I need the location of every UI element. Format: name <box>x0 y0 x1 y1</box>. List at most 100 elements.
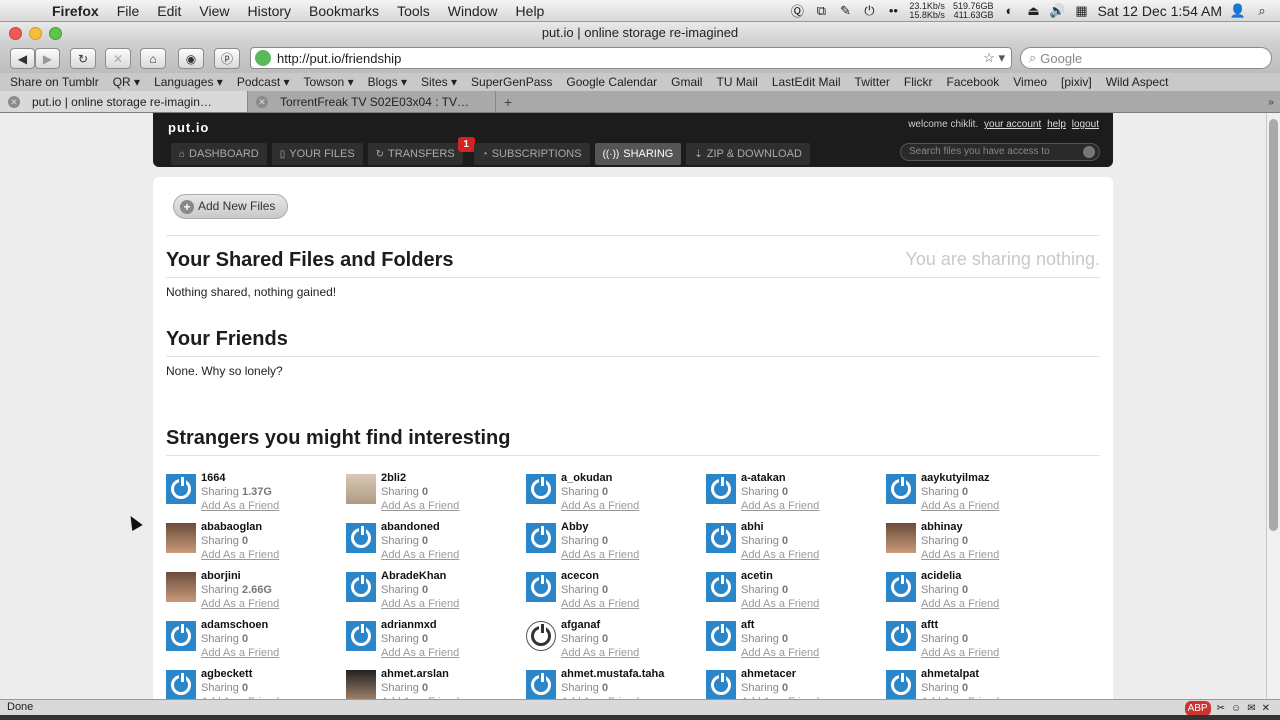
menu-window[interactable]: Window <box>439 3 507 19</box>
stranger-name[interactable]: abandoned <box>381 521 440 533</box>
bookmark-item[interactable]: Google Calendar <box>559 75 664 89</box>
stranger-name[interactable]: AbradeKhan <box>381 570 446 582</box>
tools-icon[interactable]: ✂ <box>1217 701 1225 716</box>
add-friend-link[interactable]: Add As a Friend <box>561 647 639 659</box>
eject-icon[interactable]: ⏏ <box>1025 3 1041 18</box>
avatar[interactable] <box>706 572 736 602</box>
avatar[interactable] <box>526 523 556 553</box>
add-friend-link[interactable]: Add As a Friend <box>201 549 279 561</box>
putio-logo[interactable]: put.io <box>168 120 209 135</box>
reload-button[interactable]: ↻ <box>70 48 96 69</box>
page-scrollbar[interactable] <box>1266 113 1280 699</box>
add-friend-link[interactable]: Add As a Friend <box>201 500 279 512</box>
avatar[interactable] <box>886 474 916 504</box>
bookmark-item[interactable]: Sites ▾ <box>414 75 464 89</box>
url-text[interactable]: http://put.io/friendship <box>277 51 401 66</box>
puzzle-icon[interactable]: ✕ <box>1262 701 1270 716</box>
stranger-name[interactable]: adrianmxd <box>381 619 437 631</box>
bookmark-item[interactable]: Vimeo <box>1006 75 1054 89</box>
stranger-name[interactable]: aaykutyilmaz <box>921 472 989 484</box>
spotlight-icon[interactable]: ⌕ <box>1254 3 1270 18</box>
volume-icon[interactable]: 🔊 <box>1049 3 1065 18</box>
avatar[interactable] <box>526 621 556 651</box>
avatar[interactable] <box>346 670 376 699</box>
avatar[interactable] <box>526 670 556 699</box>
addon-button-1[interactable]: ◉ <box>178 48 204 69</box>
bookmark-item[interactable]: [pixiv] <box>1054 75 1099 89</box>
bookmark-item[interactable]: SuperGenPass <box>464 75 559 89</box>
bookmark-item[interactable]: Gmail <box>664 75 709 89</box>
avatar[interactable] <box>706 474 736 504</box>
bookmark-item[interactable]: Twitter <box>848 75 897 89</box>
greasemonkey-icon[interactable]: ☺ <box>1231 701 1241 716</box>
bookmark-item[interactable]: Facebook <box>940 75 1007 89</box>
avatar[interactable] <box>886 621 916 651</box>
stranger-name[interactable]: acecon <box>561 570 599 582</box>
bookmark-item[interactable]: Towson ▾ <box>297 75 361 89</box>
new-tab-button[interactable]: + <box>496 94 520 112</box>
avatar[interactable] <box>346 572 376 602</box>
avatar[interactable] <box>886 670 916 699</box>
evernote-icon[interactable]: ✎ <box>837 3 853 18</box>
star-icon[interactable]: ☆ ▾ <box>983 50 1005 66</box>
stranger-name[interactable]: 1664 <box>201 472 225 484</box>
menu-view[interactable]: View <box>190 3 238 19</box>
user-icon[interactable]: 👤 <box>1230 3 1246 18</box>
close-icon[interactable]: ✕ <box>256 95 268 108</box>
bookmark-item[interactable]: Wild Aspect <box>1099 75 1176 89</box>
add-friend-link[interactable]: Add As a Friend <box>381 647 459 659</box>
tab-dashboard[interactable]: ⌂ DASHBOARD <box>171 143 267 165</box>
zoom-window-button[interactable] <box>49 27 62 40</box>
time-machine-icon[interactable]: ◐ <box>1001 3 1017 18</box>
avatar[interactable] <box>706 670 736 699</box>
add-friend-link[interactable]: Add As a Friend <box>561 500 639 512</box>
addon-icon[interactable]: ✉ <box>1247 701 1255 716</box>
add-friend-link[interactable]: Add As a Friend <box>741 500 819 512</box>
add-friend-link[interactable]: Add As a Friend <box>381 500 459 512</box>
stranger-name[interactable]: ahmetacer <box>741 668 796 680</box>
add-friend-link[interactable]: Add As a Friend <box>741 647 819 659</box>
bookmark-item[interactable]: LastEdit Mail <box>765 75 848 89</box>
tab-torrentfreak[interactable]: ✕ TorrentFreak TV S02E03x04 : TV… <box>248 91 496 112</box>
avatar[interactable] <box>886 523 916 553</box>
stranger-name[interactable]: a-atakan <box>741 472 786 484</box>
add-friend-link[interactable]: Add As a Friend <box>561 549 639 561</box>
bookmark-item[interactable]: Share on Tumblr <box>0 75 106 89</box>
url-bar[interactable]: http://put.io/friendship ☆ ▾ <box>250 47 1012 69</box>
avatar[interactable] <box>166 670 196 699</box>
add-friend-link[interactable]: Add As a Friend <box>921 598 999 610</box>
avatar[interactable] <box>886 572 916 602</box>
help-link[interactable]: help <box>1047 119 1066 130</box>
addon-button-2[interactable]: ⓟ <box>214 48 240 69</box>
stranger-name[interactable]: adamschoen <box>201 619 268 631</box>
dots-icon[interactable]: •• <box>885 3 901 18</box>
search-icon[interactable] <box>1083 146 1095 158</box>
add-friend-link[interactable]: Add As a Friend <box>921 647 999 659</box>
flag-icon[interactable]: ▦ <box>1073 3 1089 18</box>
add-friend-link[interactable]: Add As a Friend <box>201 647 279 659</box>
stranger-name[interactable]: ahmet.mustafa.taha <box>561 668 664 680</box>
stranger-name[interactable]: acetin <box>741 570 773 582</box>
bookmark-item[interactable]: Flickr <box>897 75 940 89</box>
quicksilver-icon[interactable]: Ⓠ <box>789 4 805 19</box>
bookmark-item[interactable]: Blogs ▾ <box>361 75 414 89</box>
tab-subscriptions[interactable]: ◔ SUBSCRIPTIONS <box>473 143 590 165</box>
stranger-name[interactable]: acidelia <box>921 570 961 582</box>
add-friend-link[interactable]: Add As a Friend <box>561 598 639 610</box>
menu-bookmarks[interactable]: Bookmarks <box>300 3 388 19</box>
adblock-icon[interactable]: ABP <box>1184 701 1211 716</box>
stranger-name[interactable]: abhinay <box>921 521 963 533</box>
avatar[interactable] <box>166 523 196 553</box>
stranger-name[interactable]: afganaf <box>561 619 600 631</box>
minimize-window-button[interactable] <box>29 27 42 40</box>
tab-putio[interactable]: ✕ put.io | online storage re-imagin… <box>0 91 248 112</box>
tab-sharing[interactable]: ((·)) SHARING <box>594 143 682 165</box>
stranger-name[interactable]: ahmetalpat <box>921 668 979 680</box>
forward-button[interactable]: ▶ <box>35 48 60 69</box>
avatar[interactable] <box>346 523 376 553</box>
stranger-name[interactable]: ababaoglan <box>201 521 262 533</box>
stop-button[interactable]: ✕ <box>105 48 131 69</box>
bookmark-item[interactable]: Podcast ▾ <box>230 75 297 89</box>
window-icon[interactable]: ⧉ <box>813 3 829 18</box>
close-icon[interactable]: ✕ <box>8 95 20 108</box>
